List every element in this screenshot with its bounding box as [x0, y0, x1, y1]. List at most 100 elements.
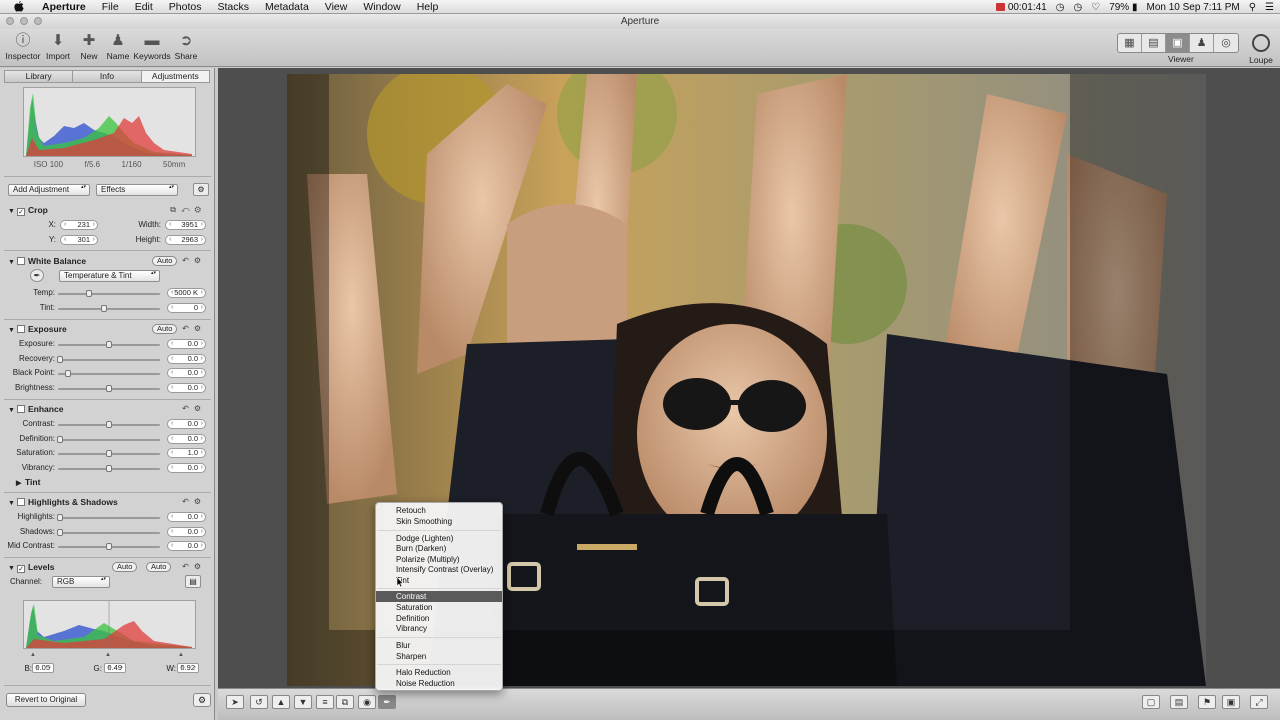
tab-library[interactable]: Library	[5, 71, 74, 82]
menu-help[interactable]: Help	[409, 1, 447, 13]
disclosure-right-icon[interactable]: ▶	[16, 479, 25, 487]
enhance-checkbox[interactable]	[17, 405, 25, 413]
menu-item[interactable]: Tint	[376, 575, 502, 586]
slider-knob[interactable]	[57, 356, 64, 363]
compare-view-icon[interactable]: ▢	[1142, 695, 1160, 709]
vibrancy-slider[interactable]	[58, 465, 160, 472]
menu-item[interactable]: Intensify Contrast (Overlay)	[376, 564, 502, 575]
recovery-field[interactable]: 0.0	[167, 354, 206, 364]
black-point-slider[interactable]	[58, 370, 160, 377]
crop-tool-icon[interactable]: ⧉	[336, 695, 354, 709]
tab-adjustments[interactable]: Adjustments	[141, 71, 209, 82]
slider-knob[interactable]	[106, 450, 112, 457]
menu-item[interactable]: Skin Smoothing	[376, 516, 502, 527]
levels-checkbox[interactable]: ✓	[17, 565, 25, 573]
gear-icon[interactable]: ⚙	[193, 693, 211, 707]
menu-item[interactable]: Blur	[376, 640, 502, 651]
disclosure-icon[interactable]: ▼	[8, 327, 17, 334]
highlights-shadows-controls[interactable]: ↶⚙	[182, 497, 206, 506]
levels-b-field[interactable]: 0.05	[32, 663, 54, 673]
menu-item[interactable]: Halo Reduction	[376, 667, 502, 678]
brightness-field[interactable]: 0.0	[167, 383, 206, 393]
menu-edit[interactable]: Edit	[127, 1, 161, 13]
disclosure-icon[interactable]: ▼	[8, 500, 17, 507]
close-window-button[interactable]	[6, 17, 14, 25]
menu-photos[interactable]: Photos	[161, 1, 210, 13]
highlights-shadows-checkbox[interactable]	[17, 498, 25, 506]
slider-knob[interactable]	[100, 305, 107, 312]
selection-tool-icon[interactable]: ➤	[226, 695, 244, 709]
definition-field[interactable]: 0.0	[167, 434, 206, 444]
brightness-slider[interactable]	[58, 385, 160, 392]
gray-point-handle-icon[interactable]: ▲	[105, 652, 111, 658]
disclosure-icon[interactable]: ▼	[8, 259, 17, 266]
disclosure-icon[interactable]: ▼	[8, 407, 17, 414]
enhance-controls[interactable]: ↶⚙	[182, 404, 206, 413]
red-eye-tool-icon[interactable]: ◉	[358, 695, 376, 709]
add-adjustment-popup[interactable]: Add Adjustment	[8, 184, 90, 196]
split-view-icon[interactable]: ▤	[1142, 34, 1166, 52]
faces-icon[interactable]: ♟	[1190, 34, 1214, 52]
menu-view[interactable]: View	[317, 1, 356, 13]
exposure-controls[interactable]: ↶⚙	[182, 324, 206, 333]
saturation-slider[interactable]	[58, 450, 160, 457]
viewer-only-icon[interactable]: ▣	[1166, 34, 1190, 52]
lift-tool-icon[interactable]: ▲	[272, 695, 290, 709]
flag-icon[interactable]: ⚑	[1198, 695, 1216, 709]
straighten-tool-icon[interactable]: ≡	[316, 695, 334, 709]
slider-knob[interactable]	[57, 529, 64, 536]
levels-controls[interactable]: ↶⚙	[182, 562, 206, 571]
zoom-window-button[interactable]	[34, 17, 42, 25]
menu-window[interactable]: Window	[355, 1, 408, 13]
menu-item[interactable]: Vibrancy	[376, 623, 502, 634]
disclosure-icon[interactable]: ▼	[8, 208, 17, 215]
display-options-icon[interactable]: ▤	[1170, 695, 1188, 709]
levels-auto-rgb-button[interactable]: Auto	[146, 562, 172, 572]
menu-item-highlighted[interactable]: Contrast	[376, 591, 502, 602]
saturation-field[interactable]: 1.0	[167, 448, 206, 458]
stamp-tool-icon[interactable]: ▼	[294, 695, 312, 709]
adjustment-settings-icon[interactable]: ⚙	[193, 183, 209, 196]
wb-mode-popup[interactable]: Temperature & Tint	[59, 270, 160, 282]
notification-center-icon[interactable]: ☰	[1265, 2, 1274, 13]
white-balance-checkbox[interactable]	[17, 257, 25, 265]
screen-recording-indicator[interactable]: 00:01:41	[995, 2, 1047, 13]
menu-item[interactable]: Sharpen	[376, 651, 502, 662]
crop-width-field[interactable]: 3951	[165, 220, 206, 230]
exposure-field[interactable]: 0.0	[167, 339, 206, 349]
slider-knob[interactable]	[57, 514, 64, 521]
white-balance-controls[interactable]: ↶⚙	[182, 256, 206, 265]
menu-file[interactable]: File	[94, 1, 127, 13]
menu-item[interactable]: Retouch	[376, 505, 502, 516]
clock-icon[interactable]: ◷	[1073, 2, 1082, 13]
levels-quarter-tones-icon[interactable]: ▤	[185, 575, 201, 588]
slider-knob[interactable]	[106, 543, 112, 550]
menu-item[interactable]: Noise Reduction	[376, 678, 502, 689]
channel-popup[interactable]: RGB	[52, 576, 110, 588]
highlights-field[interactable]: 0.0	[167, 512, 206, 522]
exposure-checkbox[interactable]	[17, 325, 25, 333]
wifi-icon[interactable]: ♡	[1091, 2, 1100, 13]
apple-icon[interactable]	[14, 1, 24, 12]
crop-height-field[interactable]: 2963	[165, 235, 206, 245]
brush-tool-icon[interactable]: ✒	[378, 695, 396, 709]
mid-contrast-field[interactable]: 0.0	[167, 541, 206, 551]
revert-to-original-button[interactable]: Revert to Original	[6, 693, 86, 707]
effects-popup[interactable]: Effects	[96, 184, 178, 196]
full-screen-icon[interactable]: ⤢	[1250, 695, 1268, 709]
black-point-handle-icon[interactable]: ▲	[30, 652, 36, 658]
crop-x-field[interactable]: 231	[60, 220, 98, 230]
tab-info[interactable]: Info	[73, 71, 142, 82]
disclosure-icon[interactable]: ▼	[8, 565, 17, 572]
recovery-slider[interactable]	[57, 356, 160, 363]
time-machine-icon[interactable]: ◷	[1056, 2, 1065, 13]
inspector-button[interactable]: ⓘ Inspector	[3, 32, 43, 61]
minimize-window-button[interactable]	[20, 17, 28, 25]
menu-item[interactable]: Burn (Darken)	[376, 543, 502, 554]
wb-temp-slider[interactable]	[58, 290, 160, 297]
grid-view-icon[interactable]: ▦	[1118, 34, 1142, 52]
slider-knob[interactable]	[106, 465, 112, 472]
wb-tint-field[interactable]: 0	[167, 303, 206, 313]
menu-stacks[interactable]: Stacks	[209, 1, 257, 13]
eyedropper-icon[interactable]: ✒	[30, 269, 44, 282]
